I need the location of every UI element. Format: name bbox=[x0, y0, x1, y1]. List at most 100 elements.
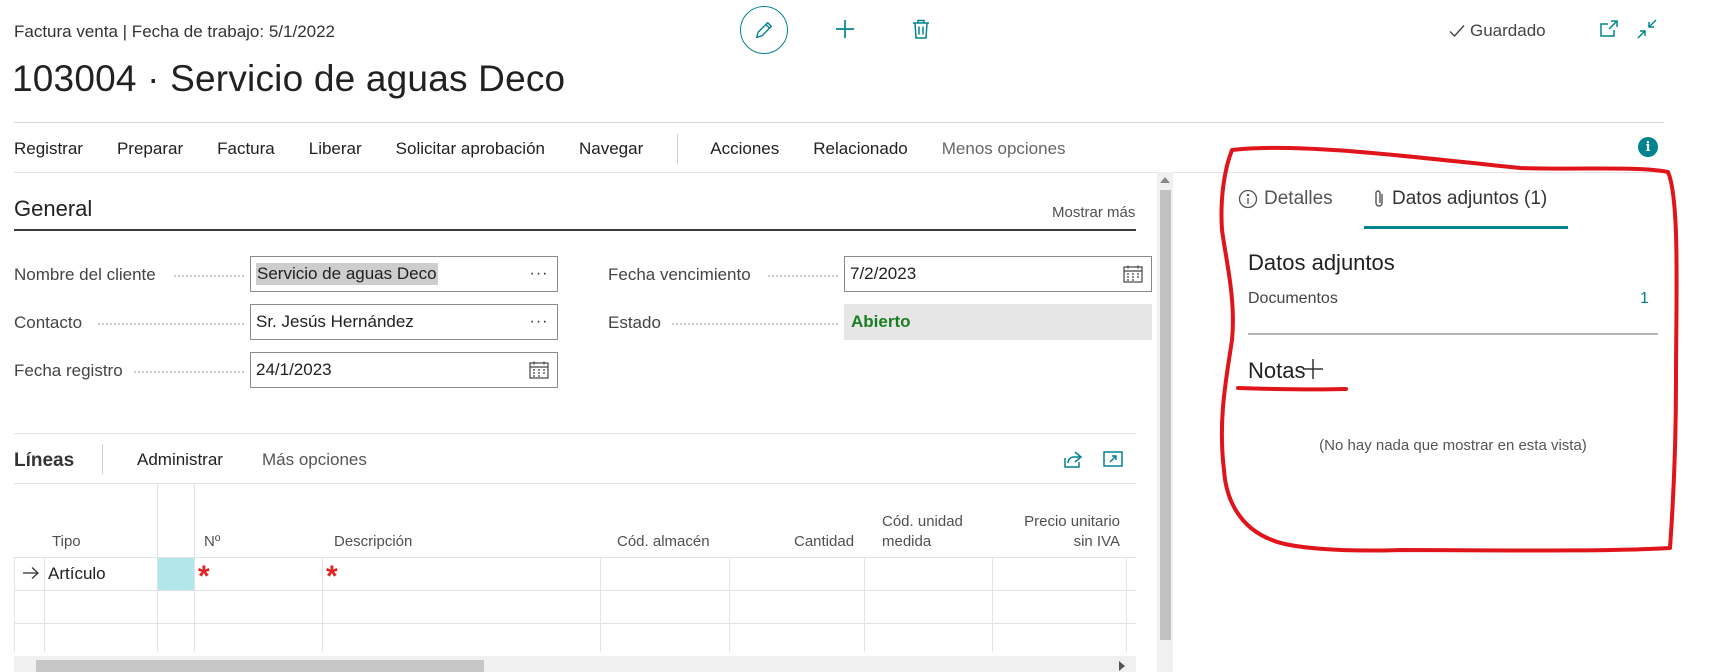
customer-name-label: Nombre del cliente bbox=[14, 265, 156, 284]
column-header-price-line2: sin IVA bbox=[1073, 533, 1120, 550]
action-invoice[interactable]: Factura bbox=[217, 139, 275, 159]
action-request-approval[interactable]: Solicitar aprobación bbox=[396, 139, 545, 159]
ellipsis-icon[interactable]: ··· bbox=[521, 265, 557, 283]
column-header-price-line1: Precio unitario bbox=[1024, 513, 1120, 530]
horizontal-scroll-thumb[interactable] bbox=[36, 660, 484, 672]
column-header-uom[interactable]: Cód. unidad medida bbox=[882, 512, 963, 552]
action-actions[interactable]: Acciones bbox=[710, 139, 779, 159]
lines-separator bbox=[102, 444, 103, 474]
posting-date-label: Fecha registro bbox=[14, 361, 123, 380]
row-type-cell[interactable]: Artículo bbox=[48, 564, 106, 584]
grid-col-line bbox=[322, 557, 323, 652]
info-circle-icon bbox=[1238, 189, 1258, 209]
expand-button[interactable] bbox=[1102, 448, 1126, 472]
column-header-description[interactable]: Descripción bbox=[334, 532, 412, 552]
factbox-divider bbox=[1248, 333, 1658, 335]
field-dots bbox=[672, 323, 838, 325]
due-date-field[interactable]: 7/2/2023 bbox=[844, 256, 1152, 292]
grid-col-line bbox=[1126, 557, 1127, 652]
column-header-unit-price[interactable]: Precio unitario sin IVA bbox=[1010, 512, 1120, 552]
grid-col-line bbox=[44, 557, 45, 652]
notes-empty-message: (No hay nada que mostrar en esta vista) bbox=[1319, 437, 1587, 454]
expand-icon bbox=[1103, 451, 1123, 467]
status-label: Estado bbox=[608, 313, 661, 332]
paperclip-icon bbox=[1375, 190, 1383, 207]
edit-button[interactable] bbox=[740, 6, 788, 54]
column-header-type[interactable]: Tipo bbox=[52, 532, 81, 552]
action-release[interactable]: Liberar bbox=[309, 139, 362, 159]
due-date-value: 7/2/2023 bbox=[850, 264, 917, 283]
customer-name-field[interactable]: Servicio de aguas Deco ··· bbox=[250, 256, 558, 292]
open-in-new-window-icon bbox=[1600, 20, 1618, 37]
lines-more-options-button[interactable]: Más opciones bbox=[262, 450, 367, 470]
grid-col-line bbox=[14, 557, 15, 652]
field-dots bbox=[98, 323, 244, 325]
posting-date-field[interactable]: 24/1/2023 bbox=[250, 352, 558, 388]
pencil-icon bbox=[755, 21, 773, 39]
delete-button[interactable] bbox=[906, 14, 936, 44]
tab-attachments[interactable]: Datos adjuntos (1) bbox=[1372, 188, 1547, 210]
ellipsis-icon[interactable]: ··· bbox=[521, 313, 557, 331]
column-header-uom-line1: Cód. unidad bbox=[882, 513, 963, 530]
calendar-icon[interactable] bbox=[1115, 265, 1151, 283]
tab-details[interactable]: Detalles bbox=[1238, 188, 1333, 210]
required-asterisk-icon: * bbox=[198, 560, 210, 593]
checkmark-icon bbox=[1449, 25, 1465, 38]
calendar-icon[interactable] bbox=[521, 361, 557, 379]
general-section-title: General bbox=[14, 196, 93, 221]
documents-label[interactable]: Documentos bbox=[1248, 290, 1338, 308]
active-tab-indicator bbox=[1364, 226, 1568, 229]
tab-attachments-label: Datos adjuntos (1) bbox=[1392, 188, 1548, 209]
row-arrow-icon bbox=[23, 567, 39, 579]
posting-date-value: 24/1/2023 bbox=[256, 360, 332, 379]
column-header-quantity[interactable]: Cantidad bbox=[794, 532, 854, 552]
general-section-underline bbox=[14, 229, 1136, 231]
status-value: Abierto bbox=[844, 304, 1152, 340]
grid-row-line bbox=[14, 590, 1136, 591]
grid-row-line bbox=[14, 623, 1136, 624]
action-related[interactable]: Relacionado bbox=[813, 139, 908, 159]
contact-label: Contacto bbox=[14, 313, 83, 332]
action-fewer-options[interactable]: Menos opciones bbox=[942, 139, 1066, 159]
grid-col-line bbox=[729, 557, 730, 652]
attachments-heading: Datos adjuntos bbox=[1248, 250, 1395, 275]
contact-value: Sr. Jesús Hernández bbox=[256, 312, 414, 331]
collapse-button[interactable] bbox=[1636, 18, 1660, 42]
required-asterisk-icon: * bbox=[326, 560, 338, 593]
grid-col-line bbox=[864, 557, 865, 652]
tab-details-label: Detalles bbox=[1264, 188, 1333, 209]
trash-icon bbox=[913, 19, 929, 39]
open-new-window-button[interactable] bbox=[1598, 18, 1622, 42]
documents-count[interactable]: 1 bbox=[1640, 290, 1649, 308]
row-selector-cell[interactable] bbox=[158, 558, 194, 590]
action-bar: Registrar Preparar Factura Liberar Solic… bbox=[14, 134, 1100, 164]
scroll-up-arrow-icon[interactable] bbox=[1159, 175, 1171, 185]
lines-manage-button[interactable]: Administrar bbox=[137, 450, 223, 470]
due-date-label: Fecha vencimiento bbox=[608, 265, 751, 284]
lines-section-title: Líneas bbox=[14, 450, 75, 471]
column-header-location[interactable]: Cód. almacén bbox=[617, 532, 710, 552]
action-bar-separator bbox=[677, 134, 679, 164]
action-navigate[interactable]: Navegar bbox=[579, 139, 643, 159]
action-register[interactable]: Registrar bbox=[14, 139, 83, 159]
annotation-underline bbox=[1236, 386, 1348, 392]
action-prepare[interactable]: Preparar bbox=[117, 139, 183, 159]
plus-icon bbox=[1303, 359, 1323, 379]
saved-status: Guardado bbox=[1448, 21, 1546, 41]
plus-icon bbox=[836, 20, 854, 38]
notes-heading: Notas bbox=[1248, 358, 1306, 383]
grid-col-line bbox=[194, 484, 195, 652]
page-title: 103004 · Servicio de aguas Deco bbox=[12, 58, 566, 99]
header-divider bbox=[14, 122, 1664, 123]
column-header-no[interactable]: Nº bbox=[204, 532, 220, 552]
share-button[interactable] bbox=[1062, 448, 1086, 472]
contact-field[interactable]: Sr. Jesús Hernández ··· bbox=[250, 304, 558, 340]
vertical-scroll-thumb[interactable] bbox=[1160, 190, 1171, 640]
add-note-button[interactable] bbox=[1300, 356, 1328, 384]
collapse-arrows-icon bbox=[1637, 19, 1657, 39]
scroll-right-arrow-icon[interactable] bbox=[1116, 660, 1128, 672]
show-more-link[interactable]: Mostrar más bbox=[1052, 204, 1135, 221]
lines-grid: Tipo Nº Descripción Cód. almacén Cantida… bbox=[14, 484, 1136, 652]
info-icon[interactable]: i bbox=[1638, 137, 1658, 157]
new-button[interactable] bbox=[830, 14, 860, 44]
